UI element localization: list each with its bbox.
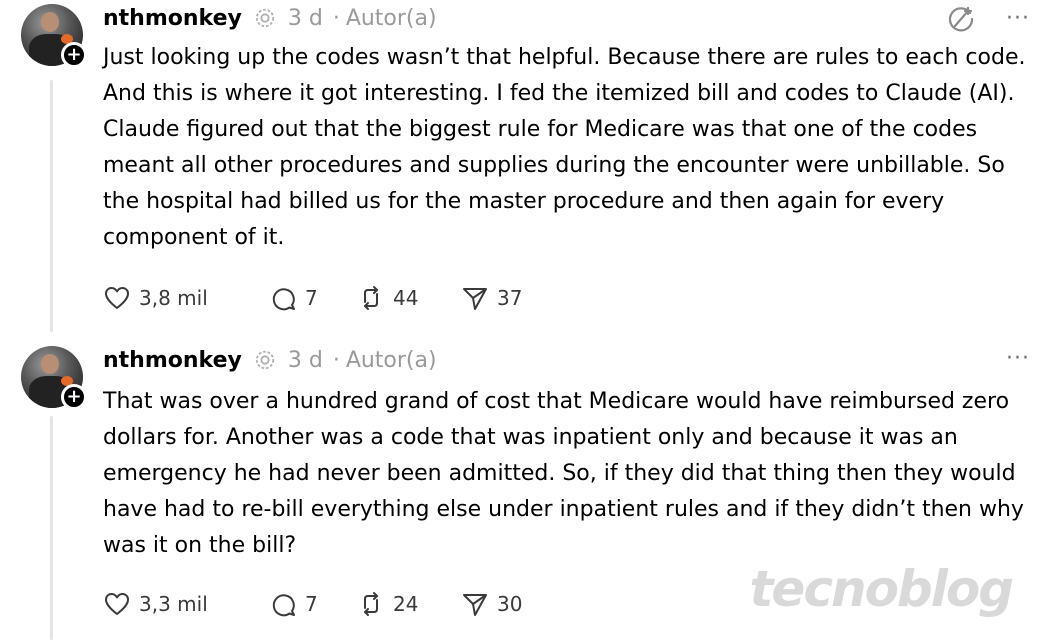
repost-icon [364, 286, 378, 310]
comment-icon [272, 288, 295, 311]
repost-count: 24 [393, 592, 419, 616]
repost-count: 44 [393, 286, 419, 310]
post-top-actions: ··· [946, 4, 1030, 34]
post-text: Just looking up the codes wasn’t that he… [103, 45, 1026, 250]
author-label: Autor(a) [345, 347, 437, 373]
post-header: nthmonkey 3 d · Autor(a) [103, 344, 437, 376]
follow-plus-icon[interactable]: + [61, 42, 87, 68]
post-time[interactable]: 3 d [288, 6, 323, 31]
post-text: That was over a hundred grand of cost th… [103, 389, 1024, 558]
more-options-icon[interactable]: ··· [1006, 8, 1030, 30]
share-button[interactable]: 37 [461, 284, 522, 312]
reply-count: 7 [305, 286, 318, 310]
send-icon [463, 594, 487, 616]
separator-dot: · [332, 5, 340, 31]
repost-button[interactable]: 24 [357, 590, 461, 618]
like-count: 3,3 mil [139, 592, 208, 616]
post-actions: 3,3 mil 7 24 30 [103, 588, 522, 620]
like-button[interactable]: 3,8 mil [103, 284, 269, 312]
separator-dot: · [332, 347, 340, 373]
post-actions: 3,8 mil 7 44 37 [103, 282, 522, 314]
post: + nthmonkey 3 d · Autor(a) ··· Just look… [0, 0, 1060, 340]
post-top-actions: ··· [1006, 348, 1030, 370]
reply-button[interactable]: 7 [269, 284, 357, 312]
like-count: 3,8 mil [139, 286, 208, 310]
share-count: 30 [497, 592, 523, 616]
heart-icon [105, 593, 129, 615]
username[interactable]: nthmonkey [103, 6, 242, 31]
follow-plus-icon[interactable]: + [61, 384, 87, 410]
translate-icon[interactable] [946, 4, 976, 34]
repost-button[interactable]: 44 [357, 284, 461, 312]
like-button[interactable]: 3,3 mil [103, 590, 269, 618]
comment-icon [272, 594, 295, 617]
verified-icon [255, 350, 275, 370]
post-time[interactable]: 3 d [288, 348, 323, 373]
username[interactable]: nthmonkey [103, 348, 242, 373]
reply-count: 7 [305, 592, 318, 616]
reply-button[interactable]: 7 [269, 590, 357, 618]
verified-icon [255, 8, 275, 28]
thread-connector-line [50, 416, 53, 640]
send-icon [463, 288, 487, 310]
share-button[interactable]: 30 [461, 590, 522, 618]
avatar[interactable]: + [21, 346, 87, 410]
post-header: nthmonkey 3 d · Autor(a) [103, 2, 437, 34]
repost-icon [364, 592, 378, 616]
watermark-logo: tecnoblog [749, 560, 1014, 618]
more-options-icon[interactable]: ··· [1006, 348, 1030, 370]
share-count: 37 [497, 286, 523, 310]
author-label: Autor(a) [345, 5, 437, 31]
avatar[interactable]: + [21, 4, 87, 68]
thread: + nthmonkey 3 d · Autor(a) ··· Just look… [0, 0, 1060, 640]
thread-connector-line [50, 80, 53, 332]
heart-icon [105, 287, 129, 309]
